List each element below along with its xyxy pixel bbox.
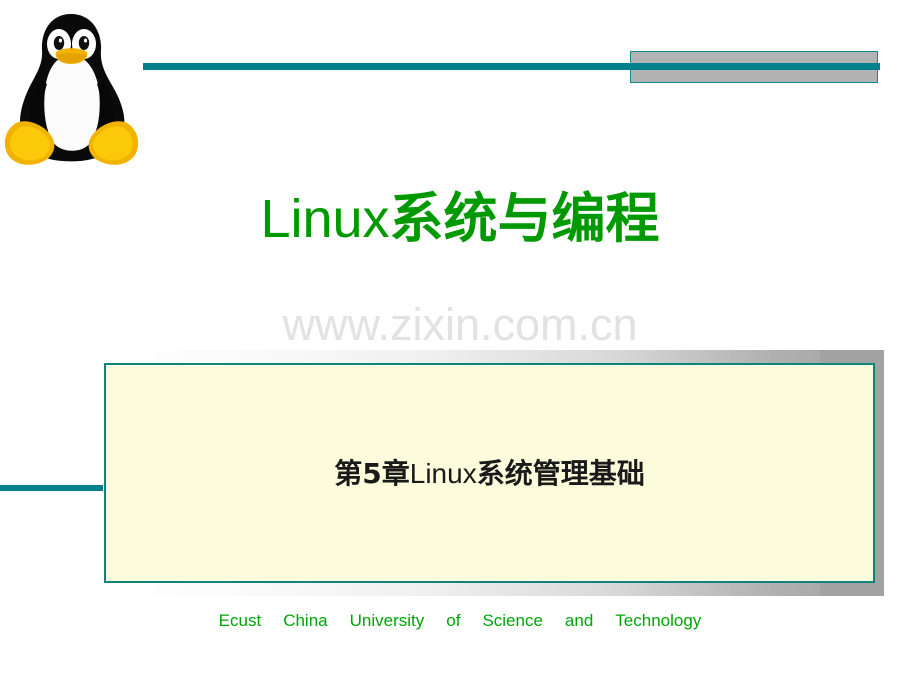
chapter-title-prefix: 第5章 xyxy=(334,457,410,490)
footer-word-4: Science xyxy=(482,611,543,630)
footer-word-1: China xyxy=(283,611,328,630)
page-title-latin: Linux xyxy=(260,189,390,249)
page-title: Linux系统与编程 xyxy=(0,186,920,252)
footer-word-6: Technology xyxy=(615,611,702,630)
header-teal-rule xyxy=(143,63,880,70)
footer-word-2: University xyxy=(349,611,425,630)
content-left-teal-rule xyxy=(0,485,103,491)
site-watermark: www.zixin.com.cn xyxy=(282,299,638,350)
chapter-title-latin: Linux xyxy=(409,458,477,489)
tux-penguin-logo xyxy=(0,0,143,181)
chapter-panel: 第5章Linux系统管理基础 xyxy=(104,363,875,583)
footer-word-5: and xyxy=(564,611,594,630)
chapter-title: 第5章Linux系统管理基础 xyxy=(334,454,644,494)
footer-institution: Ecust China University of Science and Technolo… xyxy=(0,608,920,634)
tux-penguin-icon xyxy=(0,0,143,181)
page-title-cjk: 系统与编程 xyxy=(389,187,660,250)
chapter-title-suffix: 系统管理基础 xyxy=(476,457,645,490)
footer-word-3: of xyxy=(446,611,461,630)
footer-word-0: Ecust xyxy=(218,611,262,630)
